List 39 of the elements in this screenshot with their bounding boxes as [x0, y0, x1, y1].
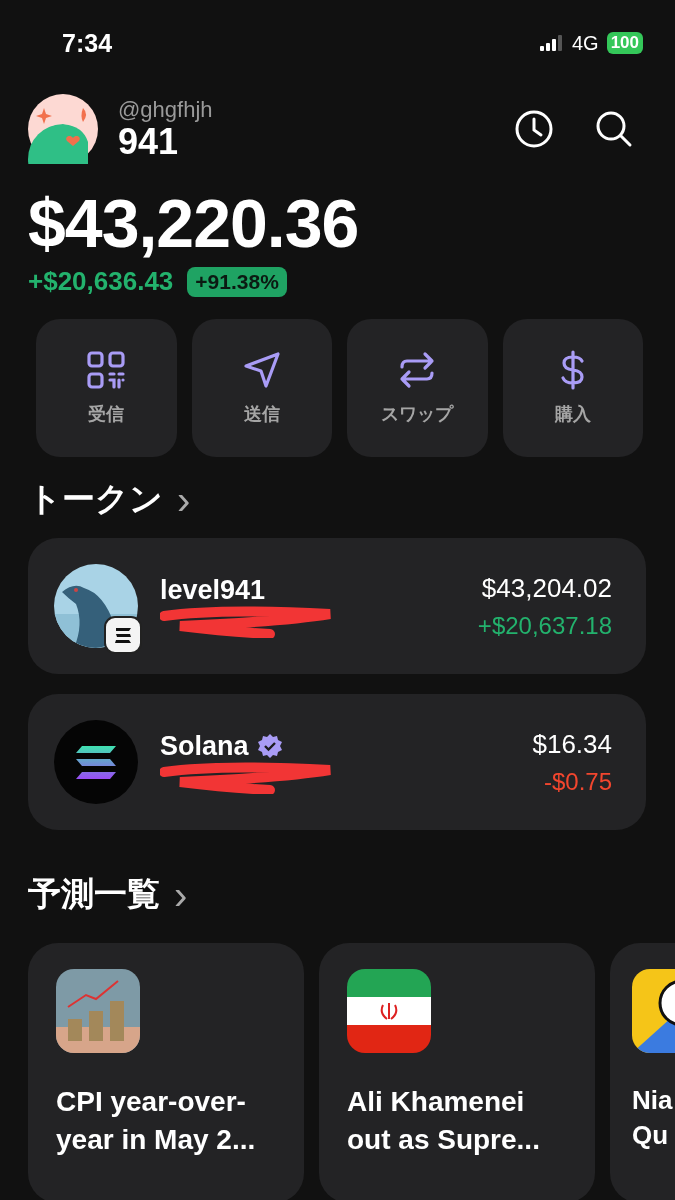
network-label: 4G — [571, 31, 599, 55]
chevron-icon[interactable]: › — [177, 479, 191, 520]
qr-code-icon — [86, 350, 127, 390]
avatar-icon[interactable] — [28, 94, 98, 164]
action-button[interactable]: スワップ — [347, 319, 488, 457]
flag-icon — [347, 969, 431, 1053]
token-value: $16.34 — [532, 728, 612, 760]
token-card[interactable]: Solana $16.34 -$0.75 — [28, 694, 646, 830]
action-button[interactable]: 購入 — [502, 319, 643, 457]
token-card[interactable]: level941 $43,204.02 +$20,637.18 — [28, 538, 646, 674]
balance-change: +$20,636.43 — [28, 266, 174, 297]
token-change: +$20,637.18 — [477, 611, 612, 640]
token-value: $43,204.02 — [481, 572, 612, 604]
solana-logo-icon — [54, 720, 138, 804]
prediction-title: Nia Qu — [632, 1084, 674, 1153]
account-name: 941 — [118, 123, 179, 161]
action-button[interactable]: 送信 — [191, 319, 332, 457]
username: @ghgfhjh — [118, 97, 214, 124]
total-balance: $43,220.36 — [27, 184, 360, 262]
token-change: -$0.75 — [543, 767, 612, 796]
prediction-card[interactable]: CPI year-over-year in May 2... — [28, 943, 304, 1200]
send-icon — [241, 350, 282, 390]
token-name: level941 — [160, 574, 266, 606]
prediction-card[interactable]: Ali Khamenei out as Supre... — [319, 943, 595, 1200]
status-time: 7:34 — [62, 28, 113, 58]
prediction-title: CPI year-over-year in May 2... — [56, 1085, 257, 1157]
search-icon[interactable] — [595, 110, 633, 148]
signal-icon — [539, 35, 564, 51]
token-name: Solana — [160, 730, 249, 762]
section-title[interactable]: 予測一覧 — [28, 872, 160, 917]
percent-badge: +91.38% — [187, 266, 287, 297]
chevron-icon[interactable]: › — [174, 874, 188, 915]
section-title[interactable]: トークン — [28, 477, 163, 522]
battery-indicator: 100 — [606, 32, 643, 54]
prediction-title: Ali Khamenei out as Supre... — [347, 1085, 541, 1157]
history-icon[interactable] — [515, 110, 553, 148]
token-badge-icon — [104, 616, 142, 654]
prediction-card[interactable]: Nia Qu — [610, 943, 675, 1200]
action-button[interactable]: 受信 — [36, 319, 177, 457]
